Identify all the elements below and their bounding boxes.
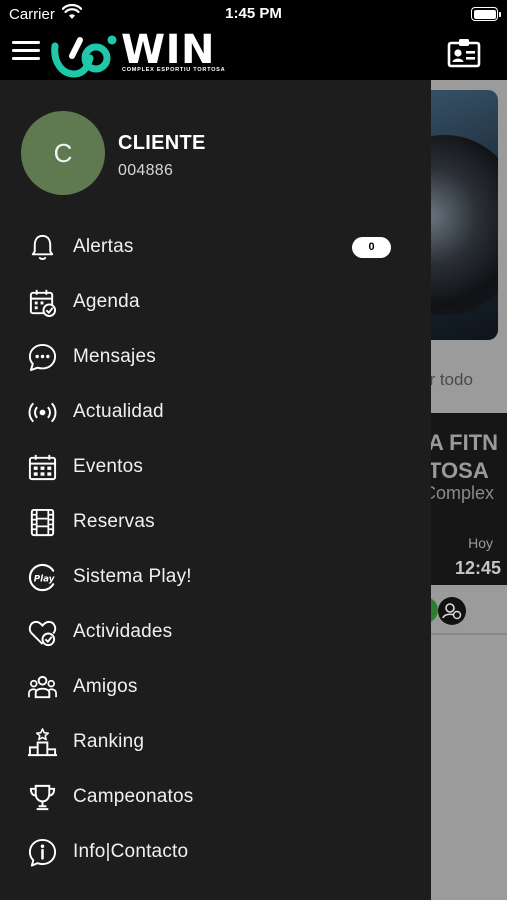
menu-item-label: Info|Contacto <box>73 841 189 862</box>
menu-item-actualidad[interactable]: Actualidad <box>0 388 431 436</box>
podium-icon <box>27 727 58 758</box>
battery-icon <box>471 7 501 21</box>
logo-mark-icon <box>51 35 117 78</box>
status-bar: Carrier 1:45 PM <box>0 0 507 30</box>
group-icon <box>27 672 58 703</box>
menu-item-label: Reservas <box>73 511 155 532</box>
menu-item-label: Actividades <box>73 621 173 642</box>
menu-item-label: Amigos <box>73 676 138 697</box>
trophy-icon <box>27 782 58 813</box>
film-strip-icon <box>27 507 58 538</box>
calendar-grid-icon <box>27 452 58 483</box>
navigation-drawer: C CLIENTE 004886 Alertas 0 Agenda Mensaj… <box>0 80 431 900</box>
menu-item-label: Ranking <box>73 731 145 752</box>
avatar[interactable]: C <box>21 111 105 195</box>
hamburger-icon[interactable] <box>12 39 42 65</box>
menu-item-amigos[interactable]: Amigos <box>0 663 431 711</box>
menu-item-label: Mensajes <box>73 346 156 367</box>
profile-id: 004886 <box>118 162 174 179</box>
play-badge-icon: Play <box>27 562 58 593</box>
menu-item-label: Eventos <box>73 456 144 477</box>
id-card-icon[interactable] <box>447 38 481 68</box>
menu-item-info-contacto[interactable]: Info|Contacto <box>0 828 431 876</box>
bell-icon <box>27 232 58 263</box>
menu-item-alertas[interactable]: Alertas 0 <box>0 223 431 271</box>
svg-text:Play: Play <box>34 574 55 584</box>
profile-name: CLIENTE <box>118 132 206 154</box>
menu-item-actividades[interactable]: Actividades <box>0 608 431 656</box>
menu-item-label: Campeonatos <box>73 786 194 807</box>
calendar-check-icon <box>27 287 58 318</box>
alerts-count-badge: 0 <box>352 237 391 258</box>
event-subtitle: Complex <box>423 483 495 503</box>
info-bubble-icon <box>27 837 58 868</box>
win-logo: WIN COMPLEX ESPORTIU TORTOSA <box>50 30 225 78</box>
menu-item-eventos[interactable]: Eventos <box>0 443 431 491</box>
broadcast-icon <box>27 397 58 428</box>
menu-item-label: Sistema Play! <box>73 566 192 587</box>
menu-item-reservas[interactable]: Reservas <box>0 498 431 546</box>
menu-item-campeonatos[interactable]: Campeonatos <box>0 773 431 821</box>
menu-item-mensajes[interactable]: Mensajes <box>0 333 431 381</box>
chat-bubble-icon <box>27 342 58 373</box>
logo-word: WIN <box>121 27 215 73</box>
app-bar: WIN COMPLEX ESPORTIU TORTOSA <box>0 30 507 80</box>
event-time: 12:45 <box>454 558 501 578</box>
heart-check-icon <box>27 617 58 648</box>
divider <box>420 633 507 635</box>
status-time: 1:45 PM <box>225 5 282 22</box>
logo-subtitle: COMPLEX ESPORTIU TORTOSA <box>122 67 226 73</box>
menu-item-agenda[interactable]: Agenda <box>0 278 431 326</box>
menu-item-label: Agenda <box>73 291 140 312</box>
avatar-initial: C <box>53 137 73 168</box>
menu-item-ranking[interactable]: Ranking <box>0 718 431 766</box>
add-participant-icon <box>438 597 466 625</box>
menu-item-label: Actualidad <box>73 401 164 422</box>
event-title: A FITN TOSA <box>428 430 499 483</box>
menu-item-label: Alertas <box>73 236 134 257</box>
event-day: Hoy <box>468 535 493 551</box>
menu-item-sistema-play[interactable]: Play Sistema Play! <box>0 553 431 601</box>
